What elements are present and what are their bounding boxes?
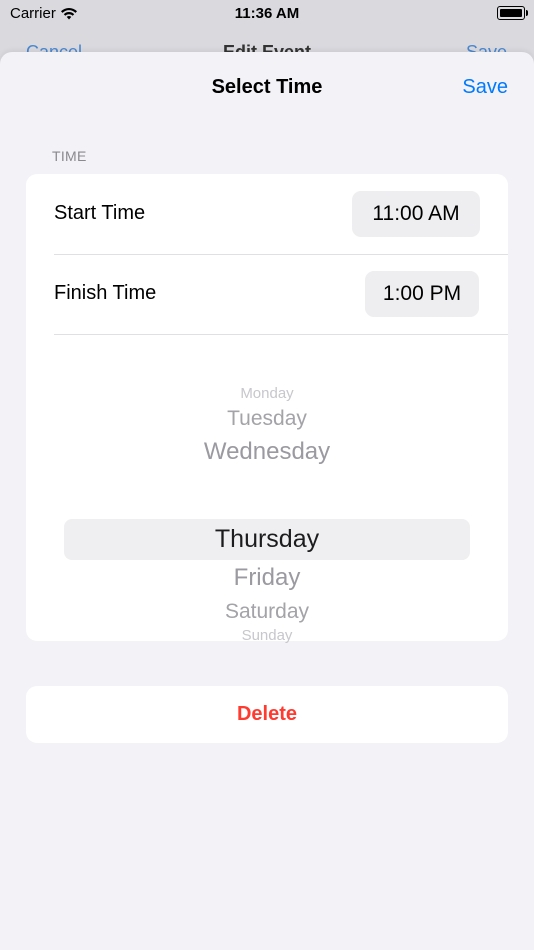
- day-picker-wheel[interactable]: Monday Tuesday Wednesday Thursday Friday…: [26, 334, 508, 644]
- picker-option-friday[interactable]: Friday: [26, 564, 508, 592]
- save-button[interactable]: Save: [462, 76, 508, 99]
- start-time-row: Start Time 11:00 AM: [54, 174, 508, 255]
- delete-card: Delete: [26, 686, 508, 743]
- picker-option-sunday[interactable]: Sunday: [26, 627, 508, 644]
- battery-icon: [497, 6, 528, 20]
- start-time-label: Start Time: [54, 202, 146, 224]
- time-section-header: TIME: [52, 148, 87, 164]
- picker-option-monday[interactable]: Monday: [26, 385, 508, 402]
- status-time: 11:36 AM: [234, 5, 300, 22]
- picker-option-tuesday[interactable]: Tuesday: [26, 407, 508, 431]
- start-time-button[interactable]: 11:00 AM: [352, 191, 480, 237]
- finish-time-row: Finish Time 1:00 PM: [54, 254, 508, 335]
- select-time-sheet: Select Time Save TIME Start Time 11:00 A…: [0, 52, 534, 950]
- sheet-title: Select Time: [211, 76, 323, 98]
- picker-option-thursday[interactable]: Thursday: [26, 525, 508, 554]
- picker-option-wednesday[interactable]: Wednesday: [26, 438, 508, 466]
- time-card: Start Time 11:00 AM Finish Time 1:00 PM …: [26, 174, 508, 644]
- finish-time-label: Finish Time: [54, 282, 157, 304]
- status-bar: Carrier 11:36 AM: [0, 0, 534, 28]
- picker-option-saturday[interactable]: Saturday: [26, 600, 508, 624]
- finish-time-button[interactable]: 1:00 PM: [365, 271, 479, 317]
- delete-button[interactable]: Delete: [26, 686, 508, 743]
